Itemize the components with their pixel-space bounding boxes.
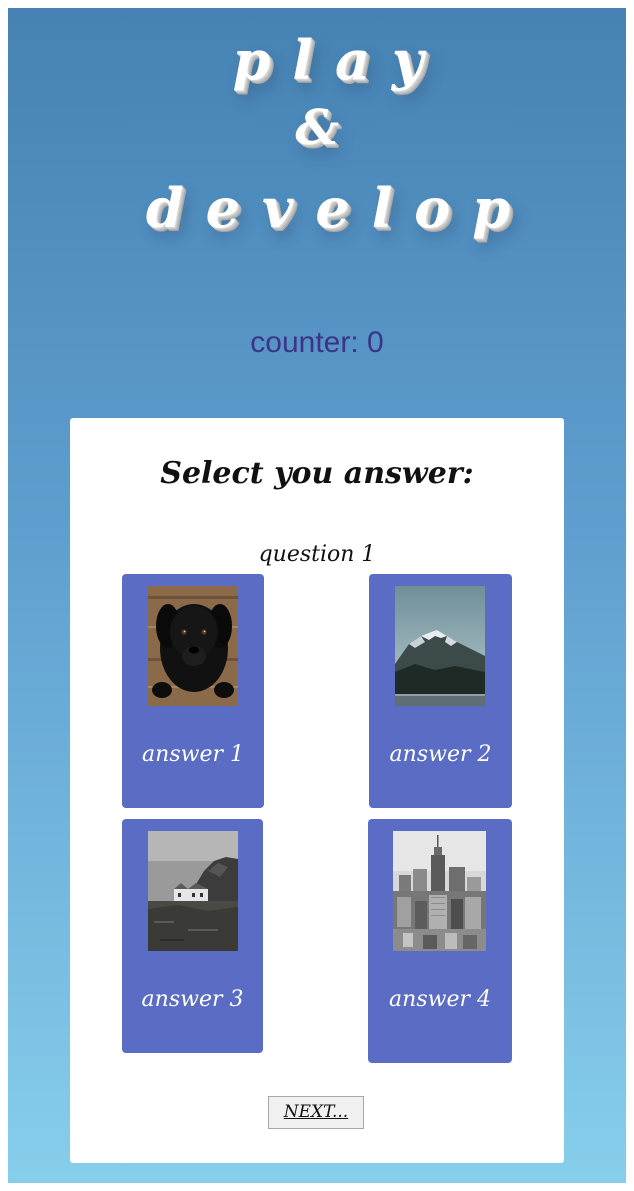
- next-button[interactable]: NEXT...: [268, 1096, 364, 1129]
- quiz-title: Select you answer:: [160, 456, 474, 491]
- answer-option-4[interactable]: answer 4: [368, 819, 512, 1063]
- snowy-mountain-photo: [395, 586, 485, 706]
- answer-option-3[interactable]: answer 3: [122, 819, 263, 1053]
- logo-word-play: play: [232, 28, 446, 92]
- counter: counter: 0: [8, 326, 626, 360]
- logo-ampersand: &: [295, 100, 339, 156]
- black-puppy-photo: [148, 586, 238, 706]
- quiz-card: Select you answer: question 1 answer 1 a…: [70, 418, 564, 1163]
- city-skyline-photo: [393, 831, 486, 951]
- coastal-cottage-photo: [148, 831, 238, 951]
- answer-option-2[interactable]: answer 2: [369, 574, 512, 808]
- answer-label: answer 3: [141, 987, 244, 1012]
- question-text: question 1: [258, 542, 376, 567]
- page-background: play & develop counter: 0 Select you ans…: [8, 8, 626, 1183]
- answer-label: answer 2: [389, 742, 492, 767]
- answer-label: answer 1: [142, 742, 244, 767]
- answer-option-1[interactable]: answer 1: [122, 574, 264, 808]
- answer-label: answer 4: [389, 987, 491, 1012]
- counter-value: 0: [367, 326, 384, 359]
- logo-word-develop: develop: [145, 176, 533, 240]
- counter-label: counter:: [250, 326, 359, 359]
- logo: play & develop: [8, 8, 626, 288]
